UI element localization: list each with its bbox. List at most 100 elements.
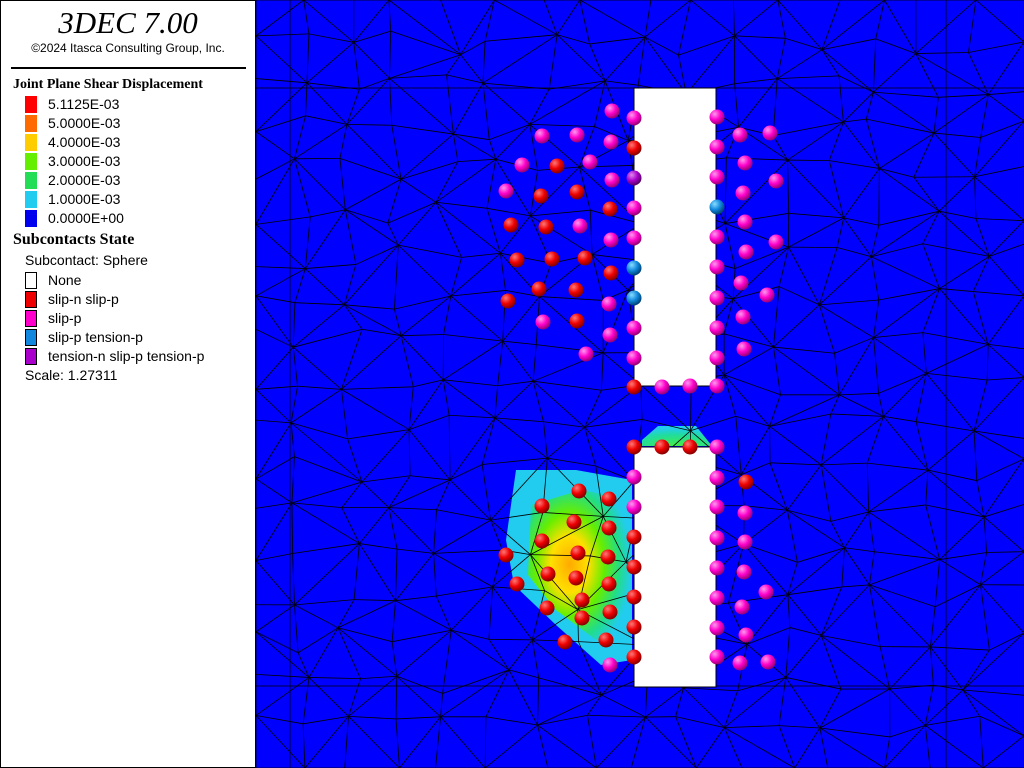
subcontact-sphere: [535, 314, 551, 330]
state-legend-item: tension-n slip-p tension-p: [25, 347, 204, 365]
model-view[interactable]: [256, 0, 1024, 768]
subcontact-sphere: [709, 109, 725, 125]
subcontact-sphere: [503, 217, 519, 233]
scale-text: Scale: 1.27311: [25, 367, 118, 383]
subcontact-sphere: [604, 172, 620, 188]
state-swatch: [25, 347, 37, 365]
subcontact-sphere: [578, 346, 594, 362]
subcontact-sphere: [759, 287, 775, 303]
subcontact-sphere: [570, 545, 586, 561]
subcontact-sphere: [738, 627, 754, 643]
subcontact-sphere: [626, 320, 642, 336]
subcontact-sphere: [569, 184, 585, 200]
subcontact-sphere: [626, 230, 642, 246]
subcontact-sphere: [540, 566, 556, 582]
subcontact-sphere: [626, 260, 642, 276]
subcontact-sphere: [709, 290, 725, 306]
subcontact-sphere: [709, 199, 725, 215]
subcontact-sphere: [738, 474, 754, 490]
subcontact-sphere: [531, 281, 547, 297]
subcontact-sphere: [577, 250, 593, 266]
subcontact-sphere: [601, 576, 617, 592]
subcontact-sphere: [574, 592, 590, 608]
color-swatch: [25, 152, 37, 170]
subcontact-sphere: [568, 570, 584, 586]
subcontact-sphere: [569, 313, 585, 329]
subcontact-sphere: [566, 514, 582, 530]
lower-excavation-opening: [633, 446, 717, 688]
mesh-edge: [878, 168, 880, 226]
subcontact-sphere: [568, 282, 584, 298]
shear-legend-item: 2.0000E-03: [25, 171, 120, 189]
subcontact-sphere: [709, 560, 725, 576]
subcontact-sphere: [600, 549, 616, 565]
subcontact-sphere: [603, 134, 619, 150]
subcontact-sphere: [709, 320, 725, 336]
shear-legend-item: 1.0000E-03: [25, 190, 120, 208]
copyright-text: ©2024 Itasca Consulting Group, Inc.: [31, 41, 225, 55]
subcontact-sphere: [626, 559, 642, 575]
subcontact-sphere: [654, 379, 670, 395]
subcontact-sphere: [760, 654, 776, 670]
subcontact-sphere: [733, 275, 749, 291]
upper-excavation-opening: [633, 87, 717, 387]
subcontact-sphere: [709, 590, 725, 606]
shear-legend-item: 5.1125E-03: [25, 95, 119, 113]
subcontact-sphere: [709, 350, 725, 366]
subcontact-sphere: [603, 232, 619, 248]
subcontact-sphere: [626, 170, 642, 186]
subcontact-sphere: [682, 439, 698, 455]
subcontact-sphere: [768, 234, 784, 250]
subcontact-sphere: [709, 649, 725, 665]
subcontact-sphere: [709, 378, 725, 394]
subcontact-sphere: [604, 103, 620, 119]
subcontact-sphere: [732, 127, 748, 143]
subcontact-sphere: [709, 169, 725, 185]
subcontact-sphere: [603, 265, 619, 281]
subcontact-sphere: [498, 547, 514, 563]
shear-legend-item: 5.0000E-03: [25, 114, 120, 132]
state-legend-item: slip-p tension-p: [25, 328, 143, 346]
subcontact-sphere: [574, 610, 590, 626]
subcontact-sphere: [626, 499, 642, 515]
subcontact-sphere: [601, 296, 617, 312]
subcontact-sphere: [509, 252, 525, 268]
subcontact-sphere: [509, 576, 525, 592]
subcontact-sphere: [736, 564, 752, 580]
legend-divider: [11, 67, 246, 69]
subcontact-sphere: [736, 341, 752, 357]
subcontact-sphere: [709, 620, 725, 636]
subcontact-sphere: [602, 657, 618, 673]
state-swatch: [25, 271, 37, 289]
state-swatch: [25, 328, 37, 346]
subcontact-sphere: [626, 140, 642, 156]
subcontact-sphere: [498, 183, 514, 199]
subcontact-sphere: [626, 350, 642, 366]
color-swatch: [25, 190, 37, 208]
subcontact-sphere: [626, 200, 642, 216]
subcontact-sphere: [626, 379, 642, 395]
subcontact-sphere: [538, 219, 554, 235]
subcontact-sphere: [709, 259, 725, 275]
subcontact-sphere: [737, 505, 753, 521]
subcontact-sphere: [737, 155, 753, 171]
subcontact-sphere: [571, 483, 587, 499]
subcontact-sphere: [737, 534, 753, 550]
subcontact-sphere: [626, 469, 642, 485]
subcontact-sphere: [534, 128, 550, 144]
subcontact-sphere: [709, 530, 725, 546]
subcontact-sphere: [734, 599, 750, 615]
subcontact-sphere: [602, 604, 618, 620]
subcontact-sphere: [626, 649, 642, 665]
subcontact-sphere: [735, 309, 751, 325]
color-swatch: [25, 133, 37, 151]
shear-legend-heading: Joint Plane Shear Displacement: [13, 77, 203, 92]
mesh-edge: [488, 638, 533, 641]
subcontact-sphere: [602, 327, 618, 343]
subcontact-sphere: [709, 439, 725, 455]
subcontact-sphere: [602, 201, 618, 217]
subcontact-sphere: [626, 439, 642, 455]
subcontact-sphere: [738, 244, 754, 260]
subcontact-sphere: [709, 470, 725, 486]
subcontact-sphere: [709, 229, 725, 245]
